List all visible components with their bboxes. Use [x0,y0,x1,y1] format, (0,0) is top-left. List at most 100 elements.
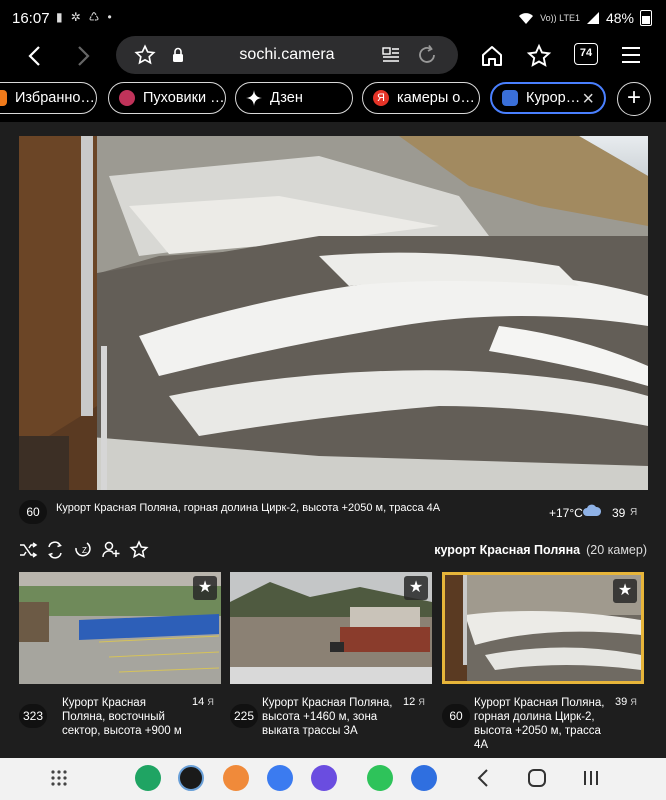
reader-mode-icon[interactable] [382,46,400,64]
shuffle-icon[interactable] [18,540,38,560]
wifi-icon [519,13,534,24]
battery-percent: 48% [605,10,634,26]
viewers-value: 39 [615,696,628,708]
camera-title: Курорт Красная Поляна, высота +1460 м, з… [262,697,393,737]
internet-icon[interactable] [311,765,337,791]
camera-caption-323[interactable]: 323 Курорт Красная Поляна, восточный сек… [19,696,224,752]
system-nav-bar [0,758,666,800]
camera-title: Курорт Красная Поляна, горная долина Цир… [56,502,441,514]
camera-id-badge: 60 [19,500,47,524]
back-icon[interactable] [476,768,490,788]
ski-base-image [230,572,432,684]
svg-text:Z: Z [82,546,87,555]
home-button-icon[interactable] [527,768,547,788]
messages-icon[interactable] [267,765,293,791]
menu-icon[interactable] [622,47,640,68]
status-notification-icons: ▮ ✲ ♺ • [56,10,112,24]
sleep-icon[interactable]: Z [73,540,93,560]
phone-icon[interactable] [135,765,161,791]
camera-id-badge: 323 [19,704,47,728]
dot-icon: • [107,10,112,24]
camera-caption-60[interactable]: 60 Курорт Красная Поляна, горная долина … [442,696,647,752]
category-count: (20 камер) [586,543,647,557]
mountain-snow-image [19,136,648,490]
viewers-count: 14 Я [192,696,214,708]
person-icon: Я [630,697,637,707]
tab-favorites[interactable]: Избранно… [0,82,97,114]
thumbnail-star-icon[interactable]: ★ [404,576,428,600]
back-button[interactable] [20,42,50,72]
camera-thumbnail-323[interactable]: ★ [19,572,221,684]
forward-button[interactable] [68,42,98,72]
camera-thumbnail-225[interactable]: ★ [230,572,432,684]
category-name: курорт Красная Поляна [434,543,581,557]
apps-grid-icon[interactable] [50,769,68,787]
tab-strip: Избранно… Пуховики … Дзен Я камеры о… Ку… [0,82,666,116]
recents-icon[interactable] [582,769,600,787]
viewers-value: 12 [403,696,416,708]
url-text: sochi.camera [239,46,335,63]
bmw-icon[interactable] [178,765,204,791]
status-bar: 16:07 ▮ ✲ ♺ • Vo)) LTE1 48% [0,0,666,36]
whatsapp-icon[interactable] [367,765,393,791]
tab-dzen[interactable]: Дзен [235,82,353,114]
add-user-icon[interactable] [101,540,121,560]
person-icon: Я [207,697,214,707]
tab-resort-active[interactable]: Курор… × [490,82,606,114]
tab-label: Дзен [270,90,303,106]
cloud-icon [583,504,602,516]
category-header[interactable]: курорт Красная Поляна (20 камер) [434,543,647,557]
camera-id-badge: 225 [230,704,258,728]
page-content: 60 Курорт Красная Поляна, горная долина … [0,122,666,758]
cycle-icon[interactable] [45,540,65,560]
dzen-favicon-icon [246,90,262,106]
tab-label: Курор… [526,90,581,106]
signal-icon [586,12,599,24]
mountain-snow-thumbnail-image [445,575,641,681]
favorites-favicon-icon [0,90,7,106]
person-icon: Я [418,697,425,707]
bookmarks-icon[interactable] [525,42,553,70]
thumbnail-star-icon[interactable]: ★ [613,579,637,603]
tab-label: Избранно… [15,90,95,106]
camera-thumbnail-60[interactable]: ★ [442,572,644,684]
viewers-count: 39 Я [615,696,637,708]
status-time: 16:07 [12,10,50,27]
viewers-value: 14 [192,696,205,708]
fan-icon: ✲ [70,10,81,24]
back-arrow-icon [28,46,40,66]
tabs-count-button[interactable]: 74 [574,43,598,65]
new-tab-button[interactable]: + [617,82,651,116]
action-row: Z курорт Красная Поляна (20 камер) [0,538,666,562]
viewers-count: 12 Я [403,696,425,708]
browser-icon[interactable] [411,765,437,791]
favorite-star-icon[interactable] [129,540,149,560]
jackets-favicon-icon [119,90,135,106]
tab-label: Пуховики … [143,90,225,106]
home-icon[interactable] [478,42,506,70]
main-camera-view[interactable] [19,136,648,490]
contacts-icon[interactable] [223,765,249,791]
nearby-icon: ♺ [88,10,100,24]
tab-jackets[interactable]: Пуховики … [108,82,226,114]
reload-icon[interactable] [416,44,438,66]
tab-cameras-search[interactable]: Я камеры о… [362,82,480,114]
browser-toolbar: sochi.camera 74 [0,36,666,76]
camera-favicon-icon [502,90,518,106]
close-tab-icon[interactable]: × [582,89,594,109]
camera-title: Курорт Красная Поляна, восточный сектор,… [62,697,182,737]
forward-arrow-icon [78,46,90,66]
main-camera-caption: 60 Курорт Красная Поляна, горная долина … [0,496,666,524]
tab-label: камеры о… [397,90,475,106]
temperature: +17°C [549,506,583,520]
camera-id-badge: 60 [442,704,470,728]
status-indicators: Vo)) LTE1 48% [518,10,652,26]
sim-icon: ▮ [56,10,63,24]
camera-title: Курорт Красная Поляна, горная долина Цир… [474,697,605,751]
camera-caption-225[interactable]: 225 Курорт Красная Поляна, высота +1460 … [230,696,435,752]
person-icon: Я [630,507,638,518]
thumbnail-star-icon[interactable]: ★ [193,576,217,600]
url-bar[interactable]: sochi.camera [116,36,458,74]
court-image [19,572,221,684]
viewers-count: 39 [612,506,626,520]
